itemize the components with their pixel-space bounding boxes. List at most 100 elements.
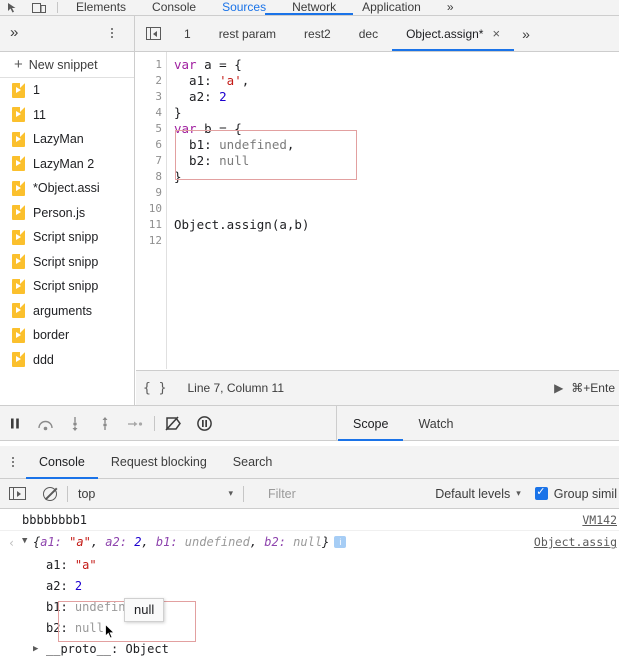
drawer-tab-console[interactable]: Console — [26, 446, 98, 479]
tab-application[interactable]: Application — [349, 1, 434, 15]
proto-key: __proto__: — [46, 642, 119, 656]
code-area[interactable]: 1 2 3 4 5 6 7 8 9 10 11 12 var a = { a1: 'a', a2: 2… — [136, 52, 619, 369]
editor-tab-object-assign[interactable]: Object.assign* × — [392, 16, 515, 51]
snippet-item[interactable]: border — [0, 323, 134, 348]
step-out-of-function-icon[interactable] — [90, 406, 120, 441]
code-line[interactable]: b2: null — [174, 153, 619, 169]
close-icon[interactable]: × — [492, 27, 500, 40]
snippet-item[interactable]: LazyMan 2 — [0, 152, 134, 177]
snippet-item[interactable]: 11 — [0, 103, 134, 128]
disclosure-triangle-icon[interactable]: ▼ — [22, 536, 27, 546]
drawer-tab-request-blocking[interactable]: Request blocking — [98, 446, 220, 479]
console-filter-input[interactable]: Filter — [268, 487, 296, 501]
preview-token: a2: — [105, 535, 135, 549]
toolbar-divider — [154, 416, 155, 431]
snippet-item[interactable]: ddd — [0, 348, 134, 373]
play-icon[interactable]: ▶ — [554, 381, 563, 395]
code-token: null — [219, 153, 250, 168]
clear-console-icon[interactable] — [43, 486, 57, 501]
code-line[interactable] — [174, 233, 619, 249]
toolbar-divider — [67, 485, 68, 502]
object-property-row[interactable]: b2: null — [0, 618, 619, 639]
snippet-label: Script snipp — [33, 279, 99, 294]
tab-elements[interactable]: Elements — [63, 1, 139, 15]
source-code[interactable]: var a = { a1: 'a', a2: 2} var b = { b1: u… — [167, 52, 619, 369]
step-over-next-call-icon[interactable] — [30, 406, 60, 441]
tab-scope[interactable]: Scope — [338, 406, 404, 441]
code-line[interactable]: a1: 'a', — [174, 73, 619, 89]
deactivate-breakpoints-icon[interactable] — [159, 406, 189, 441]
code-line[interactable] — [174, 185, 619, 201]
object-property-row[interactable]: a2: 2 — [0, 576, 619, 597]
code-line[interactable]: var b = { — [174, 121, 619, 137]
object-proto-row[interactable]: ▶ __proto__: Object — [0, 639, 619, 658]
editor-tab-label: rest param — [218, 26, 277, 41]
code-line[interactable] — [174, 201, 619, 217]
tab-console[interactable]: Console — [139, 1, 209, 15]
drawer-menu-icon[interactable] — [0, 446, 26, 479]
step-into-next-call-icon[interactable] — [60, 406, 90, 441]
property-key: b2: — [46, 621, 68, 635]
pretty-print-icon[interactable]: { } — [143, 381, 166, 396]
tab-watch[interactable]: Watch — [403, 406, 468, 441]
device-toolbar-icon[interactable] — [26, 0, 52, 15]
navigator-more-tabs[interactable]: » — [10, 24, 18, 43]
console-output[interactable]: bbbbbbbb1 VM142 ‹ ▼ {a1: "a", a2: 2, b1:… — [0, 509, 619, 658]
disclosure-triangle-icon[interactable]: ▶ — [33, 644, 38, 654]
editor-tab-1[interactable]: 1 — [170, 16, 205, 51]
console-message-text: bbbbbbbb1 — [22, 513, 88, 527]
inspect-element-icon[interactable] — [0, 0, 26, 15]
code-line[interactable]: var a = { — [174, 57, 619, 73]
editor-tabs-overflow[interactable]: » — [514, 26, 537, 42]
step-icon[interactable] — [120, 406, 150, 441]
line-number: 4 — [155, 106, 162, 119]
line-number: 8 — [155, 170, 162, 183]
editor-tab-rest2[interactable]: rest2 — [290, 16, 345, 51]
code-line[interactable]: } — [174, 169, 619, 185]
editor-status-bar: { } Line 7, Column 11 ▶ ⌘+Ente — [136, 370, 619, 405]
editor-tab-rest-param[interactable]: rest param — [205, 16, 290, 51]
snippet-item[interactable]: LazyMan — [0, 127, 134, 152]
console-sidebar-icon[interactable] — [9, 487, 26, 500]
info-icon[interactable]: i — [334, 536, 347, 548]
navigator-menu-icon[interactable] — [106, 25, 118, 41]
snippet-item[interactable]: Person.js — [0, 201, 134, 226]
snippet-item[interactable]: 1 — [0, 78, 134, 103]
property-key: a1: — [46, 558, 68, 572]
console-message-source[interactable]: VM142 — [582, 513, 617, 527]
log-level-select[interactable]: Default levels ▾ — [435, 487, 521, 501]
property-value: 2 — [74, 579, 83, 593]
editor-tab-label: dec — [358, 26, 379, 41]
snippet-item[interactable]: Script snipp — [0, 250, 134, 275]
preview-token: undefined — [184, 535, 250, 549]
property-value: "a" — [74, 558, 97, 572]
code-token: undefined — [219, 137, 287, 152]
toggle-navigator-icon[interactable] — [136, 16, 170, 51]
code-line[interactable]: } — [174, 105, 619, 121]
snippet-item[interactable]: *Object.assi — [0, 176, 134, 201]
code-line[interactable]: b1: undefined, — [174, 137, 619, 153]
code-line[interactable]: a2: 2 — [174, 89, 619, 105]
drawer-tab-search[interactable]: Search — [220, 446, 286, 479]
group-similar-checkbox[interactable] — [534, 485, 548, 500]
object-property-row[interactable]: a1: "a" — [0, 555, 619, 576]
editor-tab-dec[interactable]: dec — [345, 16, 392, 51]
console-object-message[interactable]: ‹ ▼ {a1: "a", a2: 2, b1: undefined, b2: … — [0, 531, 619, 555]
pause-on-exceptions-icon[interactable] — [189, 406, 219, 441]
run-snippet-area[interactable]: ▶ ⌘+Ente — [554, 381, 619, 395]
snippet-item[interactable]: arguments — [0, 299, 134, 324]
console-message[interactable]: bbbbbbbb1 VM142 — [0, 509, 619, 531]
editor-tab-label: rest2 — [304, 26, 331, 41]
resume-script-execution-icon[interactable] — [0, 406, 30, 441]
chevron-down-icon: ▾ — [516, 488, 521, 498]
new-snippet-button[interactable]: + New snippet — [0, 52, 134, 78]
main-tabs-overflow[interactable]: » — [434, 1, 467, 15]
object-property-row[interactable]: b1: undefined — [0, 597, 619, 618]
code-token: b = { — [196, 121, 242, 136]
snippet-label: *Object.assi — [33, 181, 100, 196]
code-line[interactable]: Object.assign(a,b) — [174, 217, 619, 233]
snippet-item[interactable]: Script snipp — [0, 225, 134, 250]
console-object-source[interactable]: Object.assig — [534, 535, 617, 549]
snippet-item[interactable]: Script snipp — [0, 274, 134, 299]
execution-context-select[interactable]: top ▾ — [78, 487, 233, 501]
